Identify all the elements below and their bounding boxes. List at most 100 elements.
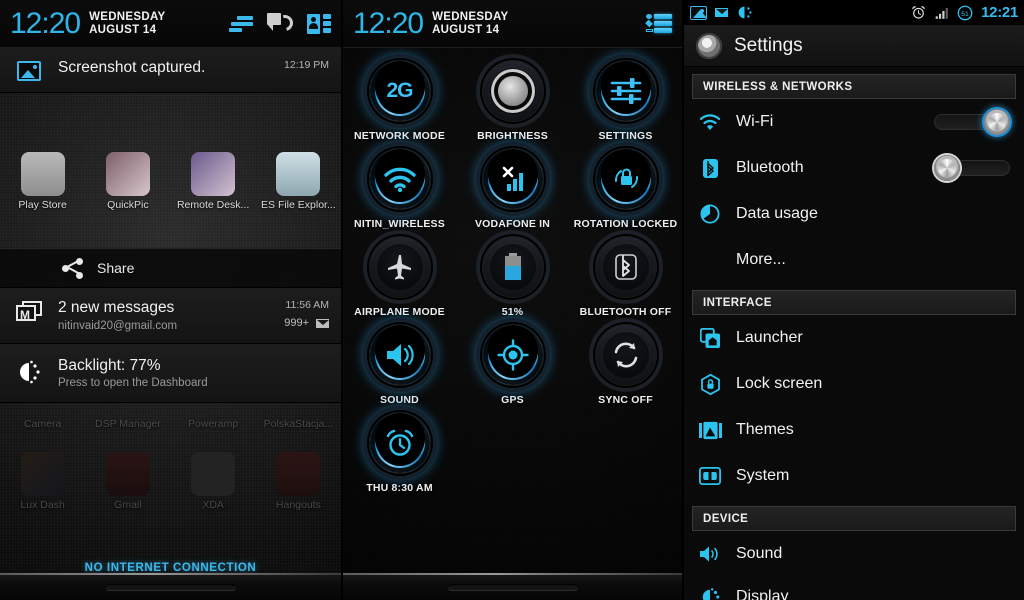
sliders-icon [594,60,657,122]
home-app[interactable]: ES File Explor... [256,152,341,211]
home-app[interactable]: Lux Dash [0,452,85,511]
notification-text: Backlight: 77% Press to open the Dashboa… [58,357,329,390]
signal-icon [935,7,948,19]
section-header-label: DEVICE [703,512,749,525]
home-app-label: QuickPic [107,199,149,211]
quick-toggle-wifi[interactable]: NITIN_WIRELESS [343,148,456,236]
settings-row-lock-screen[interactable]: Lock screen [684,361,1024,407]
status-clock: 12:21 [981,4,1018,21]
home-app[interactable]: XDA [171,452,256,511]
quick-toggle-label: GPS [501,394,524,406]
quickpic-icon [105,152,150,196]
quick-toggle-bluetooth[interactable]: BLUETOOTH OFF [569,236,682,324]
settings-row-data-usage[interactable]: Data usage [684,191,1024,237]
quick-toggle-mobile-network[interactable]: VODAFONE IN [456,148,569,236]
lux-dash-icon [20,452,65,496]
quick-toggle-settings[interactable]: SETTINGS [569,60,682,148]
quick-toggle-battery[interactable]: 51% [456,236,569,324]
home-app-label: Gmail [114,499,142,511]
mail-icon: M [16,301,42,322]
rotation-lock-icon [594,148,657,210]
settings-row-themes[interactable]: Themes [684,407,1024,453]
home-app[interactable]: Remote Desk... [171,152,256,211]
quick-toggle-sound[interactable]: SOUND [343,324,456,412]
status-date: WEDNESDAY AUGUST 14 [432,11,508,36]
home-app[interactable]: Poweramp [171,418,256,430]
quick-toggle-label: NETWORK MODE [353,130,446,142]
image-icon [17,61,41,81]
airplane-icon [368,236,431,298]
bars-icon[interactable] [229,15,253,33]
share-action-row[interactable]: Share [0,248,341,288]
home-app[interactable]: Hangouts [256,452,341,511]
brightness-icon [20,360,40,383]
brightness-icon [738,6,752,19]
quick-settings-list-icon[interactable] [645,13,672,34]
home-app-label: Play Store [18,199,67,211]
quick-toggle-row: AIRPLANE MODE 51% BLUETOOTH OFF [343,236,682,324]
notification-gmail[interactable]: M 2 new messages nitinvaid20@gmail.com 1… [0,288,341,344]
settings-row-label: System [736,467,790,484]
lock-icon [698,373,722,395]
bluetooth-icon [594,236,657,298]
quick-toggle-alarm[interactable]: THU 8:30 AM [343,412,456,500]
status-bar: 12:20 WEDNESDAY AUGUST 14 [0,0,341,48]
quick-toggle-sync[interactable]: SYNC OFF [569,324,682,412]
settings-row-system[interactable]: System [684,453,1024,499]
notification-list: Screenshot captured. 12:19 PM [0,48,341,93]
quick-toggle-airplane[interactable]: AIRPLANE MODE [343,236,456,324]
quick-toggle-label: THU 8:30 AM [366,482,433,494]
home-app[interactable]: Gmail [85,452,170,511]
settings-row-wifi[interactable]: Wi-Fi [684,99,1024,145]
page-title: Settings [734,34,803,56]
quick-toggle-brightness[interactable]: BRIGHTNESS [456,60,569,148]
battery-icon: 51 [957,5,973,20]
panel-quick-settings: 12:20 WEDNESDAY AUGUST 14 2G NETWORK MOD… [341,0,682,600]
settings-row-bluetooth[interactable]: Bluetooth [684,145,1024,191]
notification-meta: 11:56 AM 999+ [278,299,329,329]
settings-row-display[interactable]: Display [684,577,1024,600]
home-app[interactable]: Camera [0,418,85,430]
home-app[interactable]: PolskaStacja... [256,418,341,430]
panel-settings: 51 12:21 Settings WIRELESS & NETWORKS Wi… [682,0,1024,600]
status-bar: 51 12:21 [684,0,1024,25]
quick-toggle-label: SOUND [380,394,419,406]
navigation-bar[interactable] [343,573,682,600]
settings-row-label: Display [736,588,789,600]
status-bar-icons [645,13,672,34]
undo-icon[interactable] [267,11,296,35]
bluetooth-toggle[interactable] [934,155,1010,181]
status-date: WEDNESDAY AUGUST 14 [89,11,165,36]
bluetooth-icon [698,158,722,179]
status-bar: 12:20 WEDNESDAY AUGUST 14 [343,0,682,48]
settings-row-sound[interactable]: Sound [684,531,1024,577]
settings-row-label: Lock screen [736,375,823,392]
nav-handle[interactable] [105,584,236,590]
alarm-icon [912,5,926,19]
quick-toggle-network-mode[interactable]: 2G NETWORK MODE [343,60,456,148]
notification-screenshot[interactable]: Screenshot captured. 12:19 PM [0,48,341,93]
settings-row-more[interactable]: More... [684,237,1024,283]
notification-icon [0,357,58,385]
notification-backlight[interactable]: Backlight: 77% Press to open the Dashboa… [0,343,341,404]
home-app-row-2: Camera DSP Manager Poweramp PolskaStacja… [0,418,341,430]
settings-row-label: Bluetooth [736,159,804,176]
home-app[interactable]: DSP Manager [85,418,170,430]
battery-icon [481,236,544,298]
wifi-toggle[interactable] [934,109,1010,135]
quick-toggle-label: BRIGHTNESS [477,130,548,142]
quick-toggle-label: 51% [501,306,524,318]
home-app-label: Camera [23,418,62,430]
settings-row-label: Wi-Fi [736,113,774,130]
svg-text:51: 51 [961,10,969,17]
quick-toggle-label: NITIN_WIRELESS [354,218,445,230]
navigation-bar[interactable] [0,573,341,600]
home-app[interactable]: Play Store [0,152,85,211]
settings-row-launcher[interactable]: Launcher [684,315,1024,361]
home-app[interactable]: QuickPic [85,152,170,211]
contact-grid-icon[interactable] [307,13,331,34]
remote-desktop-icon [191,152,236,196]
quick-toggle-gps[interactable]: GPS [456,324,569,412]
nav-handle[interactable] [447,584,578,590]
quick-toggle-rotation[interactable]: ROTATION LOCKED [569,148,682,236]
